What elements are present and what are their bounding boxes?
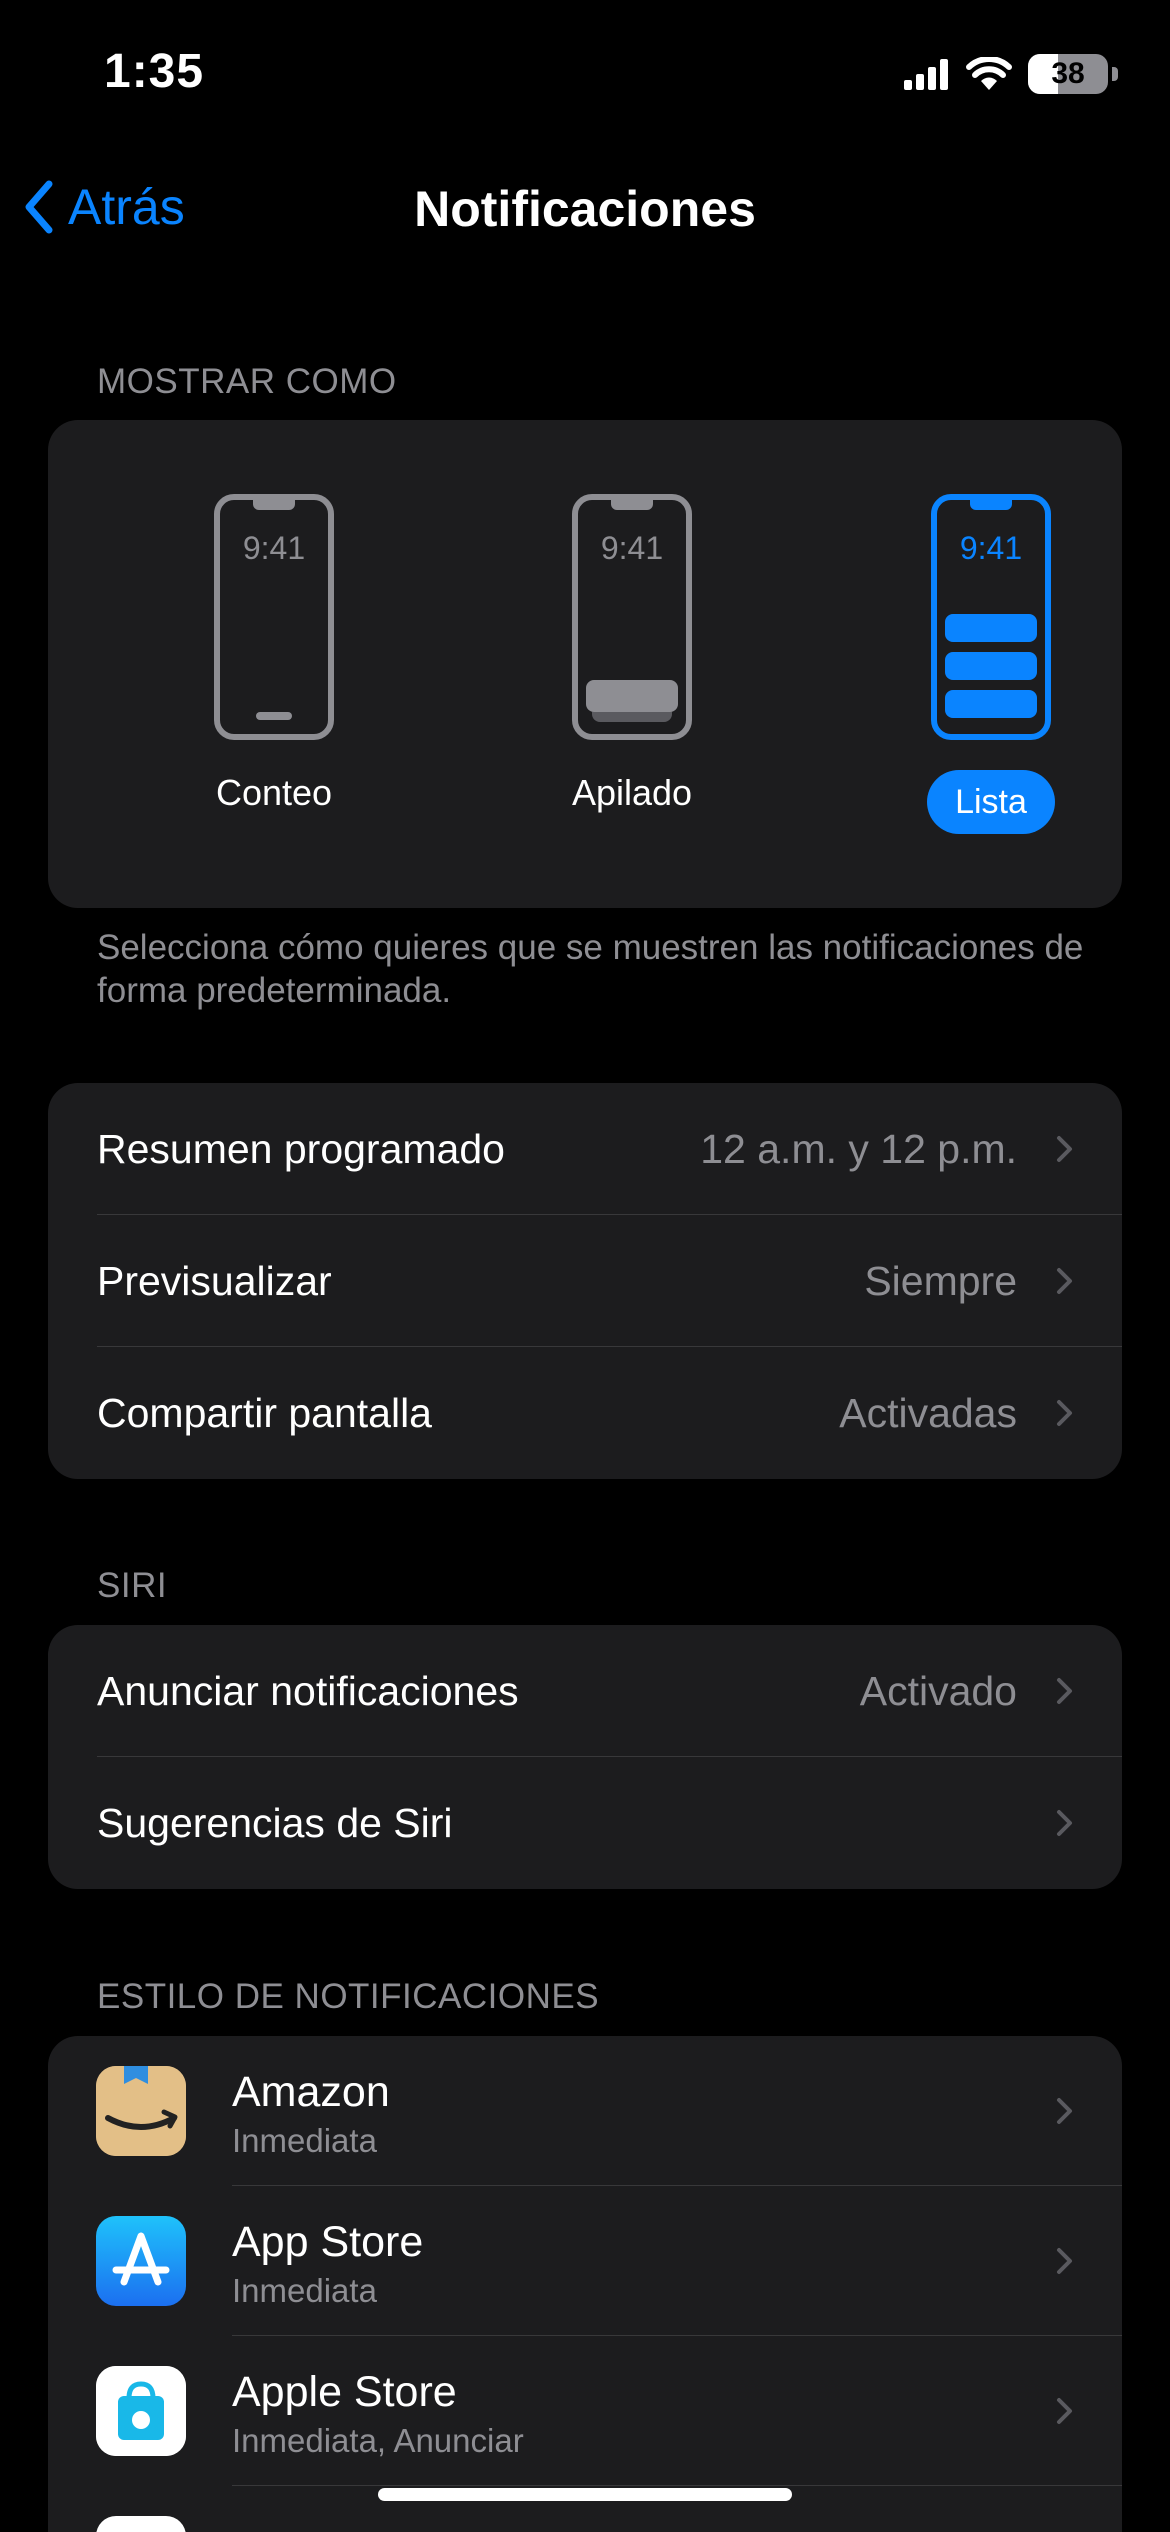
row-announce-notifications[interactable]: Anunciar notificaciones Activado [48,1625,1122,1757]
app-row-apple-store[interactable]: Apple Store Inmediata, Anunciar [48,2336,1122,2486]
row-show-previews[interactable]: Previsualizar Siempre [48,1215,1122,1347]
status-icons: 38 [904,52,1118,96]
row-scheduled-summary[interactable]: Resumen programado 12 a.m. y 12 p.m. [48,1083,1122,1215]
phone-notch [253,500,295,510]
list-notification [945,652,1037,680]
general-settings-group: Resumen programado 12 a.m. y 12 p.m. Pre… [48,1083,1122,1479]
chevron-right-icon [1057,1136,1072,1162]
app-name: Apple Store [232,2368,457,2416]
battery-cap [1112,67,1118,81]
amazon-app-icon [96,2066,186,2156]
row-screen-sharing[interactable]: Compartir pantalla Activadas [48,1347,1122,1479]
home-indicator[interactable] [378,2488,792,2501]
display-option-count[interactable]: 9:41 Conteo [124,420,424,840]
list-notification [945,690,1037,718]
status-time: 1:35 [104,45,205,98]
phone-preview-list: 9:41 [931,494,1051,740]
row-label: Resumen programado [97,1126,505,1172]
app-name: Amazon [232,2068,390,2116]
display-option-stack[interactable]: 9:41 Apilado [482,420,782,840]
phone-notch [970,500,1012,510]
app-row-app-store[interactable]: App Store Inmediata [48,2186,1122,2336]
display-option-label: Apilado [571,772,693,813]
apple-store-icon [96,2366,186,2456]
row-value: Siempre [864,1258,1017,1304]
battery-level: 38 [1051,57,1085,90]
chevron-right-icon [1057,1810,1072,1836]
row-value: 12 a.m. y 12 p.m. [700,1126,1017,1172]
row-siri-suggestions[interactable]: Sugerencias de Siri [48,1757,1122,1889]
navigation-bar: Atrás Notificaciones [0,160,1170,254]
stacked-notification-back [592,712,672,722]
section-header-notification-style: ESTILO DE NOTIFICACIONES [97,1977,600,2016]
chevron-right-icon [1057,1400,1072,1426]
siri-settings-group: Anunciar notificaciones Activado Sugeren… [48,1625,1122,1889]
chevron-right-icon [1057,2398,1072,2424]
status-bar: 1:35 38 [0,0,1170,150]
phone-preview-time: 9:41 [242,530,306,566]
display-as-footer: Selecciona cómo quieres que se muestren … [97,928,1084,1010]
app-row-amazon[interactable]: Amazon Inmediata [48,2036,1122,2186]
section-header-siri: SIRI [97,1566,168,1605]
row-label: Sugerencias de Siri [97,1800,453,1846]
row-label: Anunciar notificaciones [97,1668,519,1714]
phone-preview-time: 9:41 [959,530,1023,566]
app-name: App Store [232,2218,424,2266]
display-option-label: Conteo [215,772,333,813]
row-label: Previsualizar [97,1258,332,1304]
row-value: Activadas [839,1390,1017,1436]
phone-preview-time: 9:41 [600,530,664,566]
chevron-right-icon [1057,1268,1072,1294]
section-header-display-as: MOSTRAR COMO [97,362,397,401]
battery-icon: 38 [1028,54,1108,94]
app-subtitle: Inmediata [232,2122,377,2159]
wifi-icon [966,57,1012,90]
phone-preview-count: 9:41 [214,494,334,740]
app-subtitle: Inmediata, Anunciar [232,2422,524,2459]
list-notification [945,614,1037,642]
stacked-notification-front [586,680,678,712]
chevron-right-icon [1057,2098,1072,2124]
phone-notch [611,500,653,510]
selected-option-pill: Lista [927,770,1055,834]
display-as-picker: 9:41 Conteo 9:41 Apilado 9:41 Lista [48,420,1122,908]
cellular-signal-icon [904,59,948,90]
row-label: Compartir pantalla [97,1390,432,1436]
phone-preview-stack: 9:41 [572,494,692,740]
notification-style-group: Amazon Inmediata App Store Inmediata App… [48,2036,1122,2532]
app-subtitle: Inmediata [232,2272,377,2309]
chevron-right-icon [1057,1678,1072,1704]
chevron-right-icon [1057,2248,1072,2274]
row-value: Activado [859,1668,1017,1714]
display-option-list[interactable]: 9:41 Lista [841,420,1122,840]
app-icon [96,2516,186,2532]
count-indicator [256,712,292,720]
page-title: Notificaciones [414,181,756,237]
app-store-icon [96,2216,186,2306]
